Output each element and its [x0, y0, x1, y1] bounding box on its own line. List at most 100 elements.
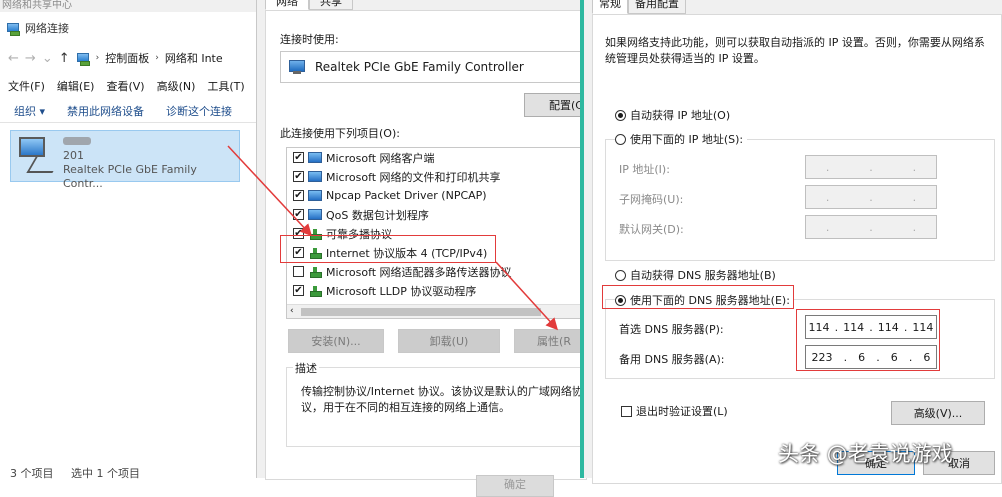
breadcrumb-control-panel[interactable]: 控制面板 [105, 50, 149, 66]
scroll-left-icon[interactable]: ‹ [290, 306, 294, 316]
adapter-info: 201 Realtek PCIe GbE Family Contr... [63, 135, 239, 191]
components-list[interactable]: ✔ Microsoft 网络客户端 ✔ Microsoft 网络的文件和打印机共… [286, 147, 588, 319]
client-icon [308, 152, 322, 163]
general-panel: 如果网络支持此功能，则可以获取自动指派的 IP 设置。否则，你需要从网络系统管理… [592, 14, 1002, 484]
ok-button[interactable]: 确定 [476, 475, 554, 497]
validate-on-exit-label: 退出时验证设置(L) [636, 405, 728, 418]
uninstall-button[interactable]: 卸载(U) [398, 329, 500, 353]
menu-advanced[interactable]: 高级(N) [157, 78, 196, 94]
breadcrumb-network-internet[interactable]: 网络和 Inte [165, 50, 223, 66]
window-title: 网络连接 [25, 22, 69, 35]
list-item[interactable]: ✔ Microsoft 网络客户端 [287, 148, 587, 167]
auto-dns-label: 自动获得 DNS 服务器地址(B) [630, 269, 776, 282]
diagnose-button[interactable]: 诊断这个连接 [166, 103, 232, 119]
adapter-name: Realtek PCIe GbE Family Controller [315, 60, 524, 74]
chevron-down-icon[interactable]: ⌄ [42, 51, 53, 66]
back-arrow-icon[interactable]: ← [8, 51, 19, 66]
description-group: 描述 传输控制协议/Internet 协议。该协议是默认的广域网络协议，用于在不… [286, 360, 588, 447]
tab-alternate-configuration[interactable]: 备用配置 [628, 0, 686, 14]
advanced-button[interactable]: 高级(V)... [891, 401, 985, 425]
breadcrumb-separator-icon: › [95, 53, 100, 63]
menu-tools[interactable]: 工具(T) [207, 78, 244, 94]
list-item-label: Microsoft 网络客户端 [326, 151, 435, 165]
highlight-manual-dns [602, 285, 794, 309]
list-item[interactable]: ✔ Npcap Packet Driver (NPCAP) [287, 186, 587, 205]
radio-unselected[interactable] [615, 133, 626, 145]
checkbox[interactable]: ✔ [293, 152, 304, 163]
alternate-dns-label: 备用 DNS 服务器(A): [619, 353, 725, 366]
subnet-mask-label: 子网掩码(U): [619, 193, 684, 206]
control-panel-icon [76, 52, 90, 66]
network-sharing-center-title: 网络和共享中心 [0, 0, 262, 12]
client-icon [308, 190, 322, 201]
highlight-ipv4-item [280, 235, 496, 263]
list-item-label: Microsoft 网络的文件和打印机共享 [326, 170, 501, 184]
network-connections-window: 网络和共享中心 网络连接 ← → ⌄ ↑ › 控制面板 › 网络和 Inte 文… [0, 0, 262, 481]
preferred-dns-label: 首选 DNS 服务器(P): [619, 323, 724, 336]
item-count: 3 个项目 [10, 467, 54, 480]
checkbox[interactable]: ✔ [293, 209, 304, 220]
scroll-thumb[interactable] [301, 308, 541, 316]
tab-networking[interactable]: 网络 [265, 0, 309, 10]
subnet-mask-field[interactable]: ... [805, 185, 937, 209]
connect-using-label: 连接时使用: [280, 33, 339, 46]
list-item[interactable]: ✔ Microsoft 网络的文件和打印机共享 [287, 167, 587, 186]
auto-ip-option[interactable]: 自动获得 IP 地址(O) [615, 107, 730, 123]
auto-dns-option[interactable]: 自动获得 DNS 服务器地址(B) [615, 267, 776, 283]
checkbox[interactable]: ✔ [293, 190, 304, 201]
highlight-dns-fields [796, 309, 940, 371]
ip-address-field[interactable]: ... [805, 155, 937, 179]
manual-ip-option[interactable]: 使用下面的 IP 地址(S): [615, 131, 748, 147]
default-gateway-label: 默认网关(D): [619, 223, 684, 236]
network-connections-icon [6, 22, 20, 36]
checkbox[interactable] [293, 266, 304, 277]
list-item[interactable]: Microsoft 网络适配器多路传送器协议 [287, 262, 587, 281]
menu-bar: 文件(F) 编辑(E) 查看(V) 高级(N) 工具(T) [0, 78, 262, 94]
ipv4-properties-dialog: 常规 备用配置 如果网络支持此功能，则可以获取自动指派的 IP 设置。否则，你需… [580, 0, 1002, 484]
auto-ip-label: 自动获得 IP 地址(O) [630, 109, 731, 122]
checkbox[interactable]: ✔ [293, 285, 304, 296]
install-button[interactable]: 安装(N)... [288, 329, 384, 353]
protocol-icon [308, 285, 322, 297]
description-legend: 描述 [293, 360, 319, 376]
up-arrow-icon[interactable]: ↑ [59, 51, 70, 66]
disable-device-button[interactable]: 禁用此网络设备 [67, 103, 144, 119]
checkbox[interactable]: ✔ [293, 171, 304, 182]
menu-edit[interactable]: 编辑(E) [57, 78, 95, 94]
list-item[interactable]: ✔ QoS 数据包计划程序 [287, 205, 587, 224]
tab-strip: 网络 共享 [265, 0, 353, 10]
address-bar[interactable]: ← → ⌄ ↑ › 控制面板 › 网络和 Inte [0, 48, 262, 68]
menu-file[interactable]: 文件(F) [8, 78, 45, 94]
checkbox[interactable] [621, 405, 632, 417]
breadcrumb-separator-icon: › [155, 53, 159, 63]
radio-unselected[interactable] [615, 269, 626, 281]
manual-ip-label: 使用下面的 IP 地址(S): [630, 133, 744, 146]
menu-view[interactable]: 查看(V) [106, 78, 144, 94]
selected-count: 选中 1 个项目 [71, 467, 140, 480]
ip-address-label: IP 地址(I): [619, 163, 670, 176]
intro-text: 如果网络支持此功能，则可以获取自动指派的 IP 设置。否则，你需要从网络系统管理… [605, 36, 985, 65]
tab-strip: 常规 备用配置 [592, 0, 686, 14]
tab-sharing[interactable]: 共享 [309, 0, 353, 10]
description-text: 传输控制协议/Internet 协议。该协议是默认的广域网络协议，用于在不同的相… [301, 385, 583, 414]
adapter-name-box: Realtek PCIe GbE Family Controller [280, 51, 588, 83]
tab-general[interactable]: 常规 [592, 0, 628, 14]
items-label: 此连接使用下列项目(O): [280, 127, 400, 140]
adapter-tile[interactable]: 201 Realtek PCIe GbE Family Contr... [10, 130, 240, 190]
client-icon [308, 171, 322, 182]
list-item-label: Microsoft 网络适配器多路传送器协议 [326, 265, 512, 279]
radio-selected[interactable] [615, 109, 626, 121]
default-gateway-field[interactable]: ... [805, 215, 937, 239]
list-item-label: Npcap Packet Driver (NPCAP) [326, 189, 487, 202]
status-bar: 3 个项目 选中 1 个项目 [10, 465, 154, 481]
adapter-network: 201 [63, 149, 84, 162]
command-bar: 组织 ▾ 禁用此网络设备 诊断这个连接 [0, 100, 262, 122]
organize-button[interactable]: 组织 ▾ [14, 103, 45, 119]
list-item-label: QoS 数据包计划程序 [326, 208, 429, 222]
forward-arrow-icon[interactable]: → [25, 51, 36, 66]
horizontal-scrollbar[interactable]: ‹ [287, 304, 587, 318]
protocol-icon [308, 266, 322, 278]
watermark: 头条 @老袁说游戏 [778, 442, 953, 466]
list-item[interactable]: ✔ Microsoft LLDP 协议驱动程序 [287, 281, 587, 300]
validate-on-exit-option[interactable]: 退出时验证设置(L) [621, 403, 728, 419]
